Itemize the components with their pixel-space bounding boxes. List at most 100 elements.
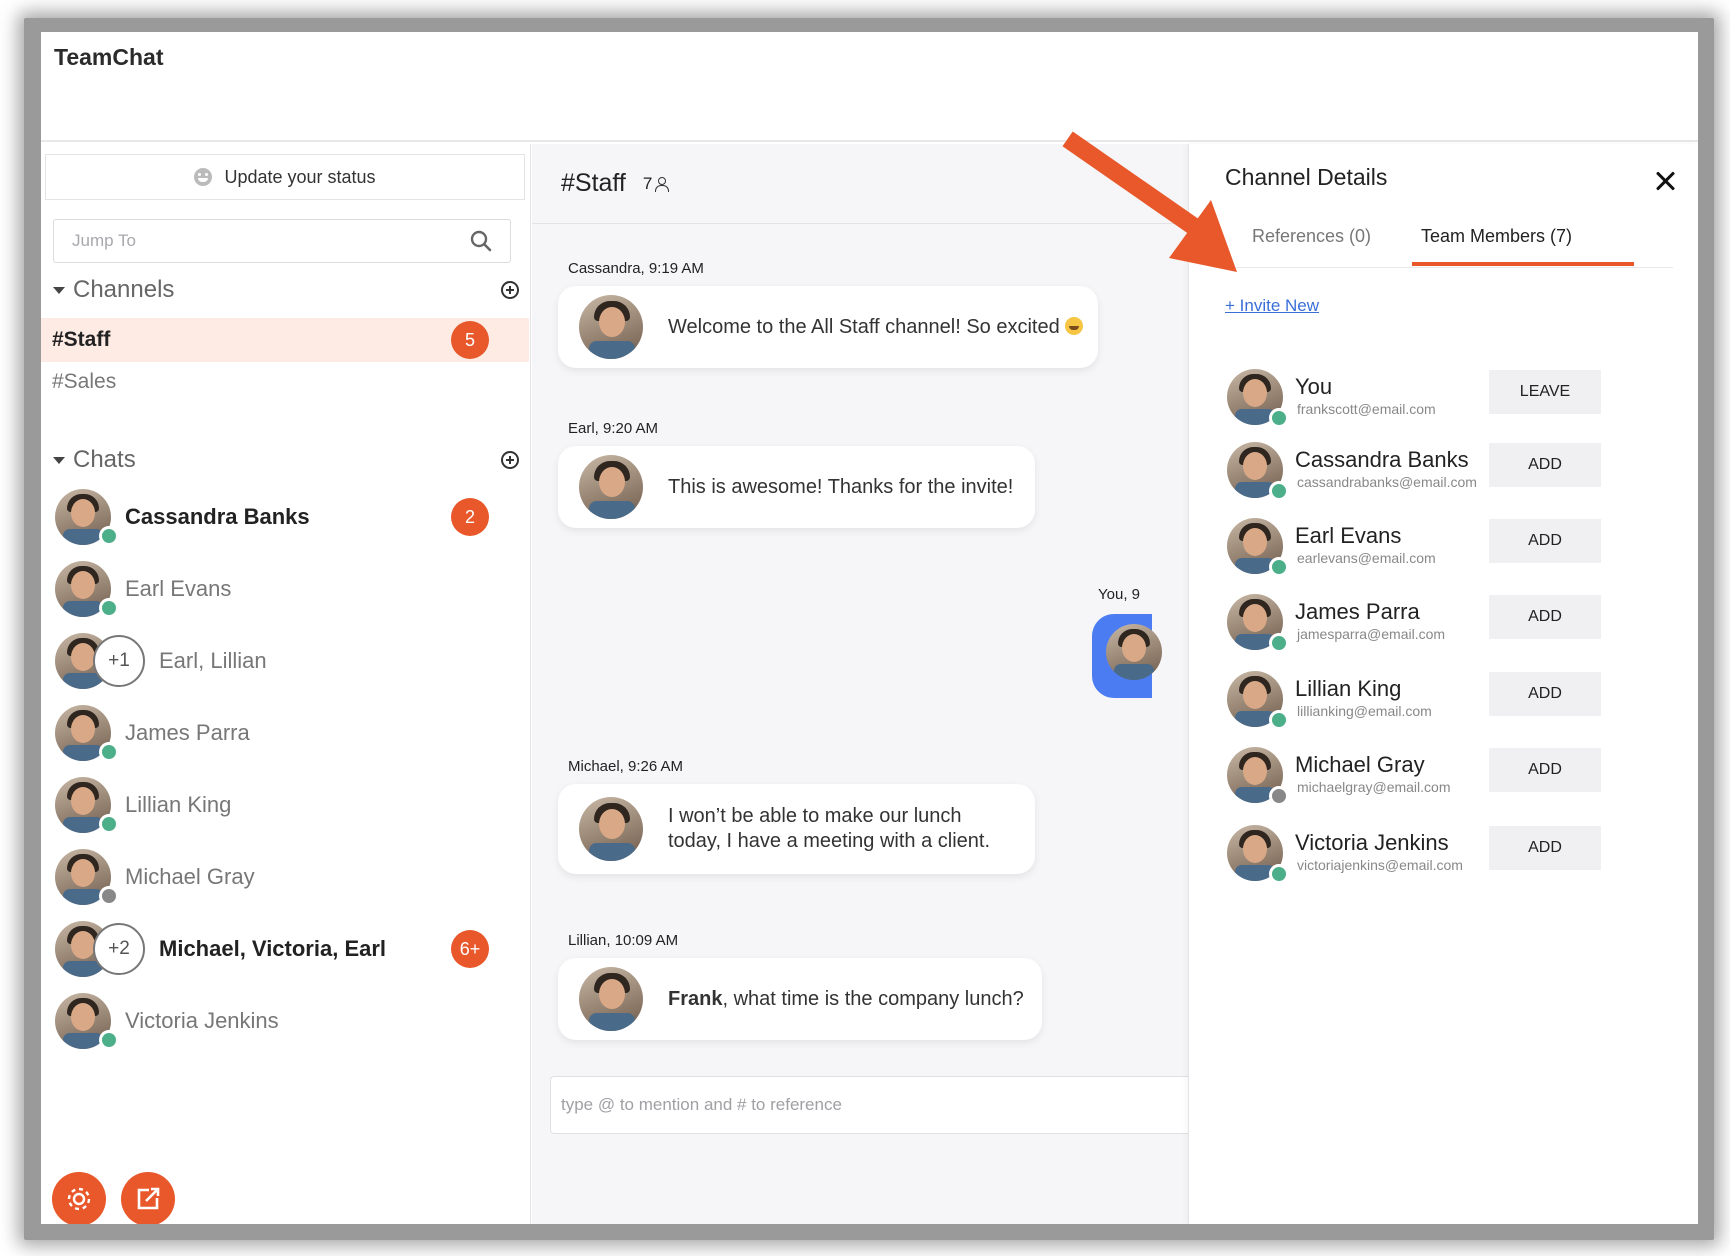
chat-name: Cassandra Banks [125,504,310,529]
chat-name: Earl Evans [125,576,232,601]
channels-title: Channels [73,276,175,303]
unread-badge: 5 [451,321,489,359]
member-name: Earl Evans [1295,523,1402,548]
close-icon[interactable] [1655,170,1677,192]
caret-down-icon[interactable] [53,456,65,464]
chat-name: James Parra [125,720,250,745]
unread-badge: 6+ [451,930,489,968]
active-tab-indicator [1412,262,1634,266]
message-line: I won’t be able to make our lunch [668,805,962,827]
jump-to-input[interactable] [72,231,470,251]
message-meta: Michael, 9:26 AM [568,758,684,775]
message-line: today, I have a meeting with a client. [668,830,991,852]
message-text: Welcome to the All Staff channel! So exc… [668,315,1084,340]
add-member-button[interactable]: ADD [1489,443,1601,487]
chat-item-cassandra-banks[interactable]: Cassandra Banks 2 [41,482,529,552]
presence-online-icon [99,1030,119,1050]
member-count[interactable]: 7 [642,173,670,194]
message-meta: Cassandra, 9:19 AM [568,260,704,277]
update-status-label: Update your status [224,166,376,187]
add-member-button[interactable]: ADD [1489,595,1601,639]
jump-to-box [53,219,511,263]
add-channel-icon[interactable] [501,281,519,299]
member-email: cassandrabanks@email.com [1297,474,1477,490]
presence-online-icon [99,526,119,546]
chat-item-earl-lillian[interactable]: +1 Earl, Lillian [41,626,529,696]
member-name: Lillian King [1295,676,1402,701]
mention: Frank [668,987,723,1010]
tab-team-members[interactable]: Team Members (7) [1421,226,1572,247]
add-member-button[interactable]: ADD [1489,748,1601,792]
channel-title: #Staff [561,169,626,197]
chats-header[interactable]: Chats [53,442,519,478]
channels-header[interactable]: Channels [53,272,519,308]
presence-online-icon [99,598,119,618]
update-status-button[interactable]: Update your status [45,154,525,200]
member-email: frankscott@email.com [1297,401,1436,417]
message-bubble: This is awesome! Thanks for the invite! [558,446,1035,528]
presence-online-icon [99,814,119,834]
message-input[interactable] [561,1095,1249,1115]
message-text-content: , what time is the company lunch? [722,987,1024,1010]
channel-name: #Sales [52,370,117,393]
member-name: Cassandra Banks [1295,447,1469,472]
external-link-button[interactable] [121,1172,175,1224]
member-row: Lillian King lillianking@email.com ADD [1227,664,1687,734]
member-row: James Parra jamesparra@email.com ADD [1227,587,1687,657]
own-message-bubble [1092,614,1162,698]
chat-name: Michael Gray [125,864,255,889]
smiley-icon [194,168,213,186]
chat-item-earl-evans[interactable]: Earl Evans [41,554,529,624]
chat-name: Earl, Lillian [159,648,267,673]
invite-new-link[interactable]: + Invite New [1225,296,1319,316]
caret-down-icon[interactable] [53,286,65,294]
member-row: Michael Gray michaelgray@email.com ADD [1227,740,1687,810]
chat-item-lillian-king[interactable]: Lillian King [41,770,529,840]
tab-references[interactable]: References (0) [1252,226,1371,247]
member-email: victoriajenkins@email.com [1297,857,1463,873]
chat-item-michael-victoria-earl[interactable]: +2 Michael, Victoria, Earl 6+ [41,914,529,984]
avatar [579,797,643,861]
member-count-value: 7 [642,173,653,193]
own-message-meta: You, 9 [1098,586,1140,603]
presence-online-icon [1269,633,1289,653]
app-window: TeamChat Update your status Channels #St… [41,32,1698,1224]
composer [550,1076,1250,1134]
chat-item-michael-gray[interactable]: Michael Gray [41,842,529,912]
member-name: You [1295,374,1333,399]
channel-details-panel: Channel Details References (0) Team Memb… [1188,144,1698,1224]
unread-badge: 2 [451,498,489,536]
add-chat-icon[interactable] [501,451,519,469]
channel-item-staff[interactable]: #Staff 5 [41,318,529,362]
presence-online-icon [1269,408,1289,428]
person-icon [655,176,670,192]
presence-away-icon [99,886,119,906]
member-name: Michael Gray [1295,752,1425,777]
leave-button[interactable]: LEAVE [1489,370,1601,414]
presence-online-icon [99,742,119,762]
message-text: This is awesome! Thanks for the invite! [668,475,1014,498]
avatar [1106,624,1162,680]
message-bubble: Frank, what time is the company lunch? [558,958,1042,1040]
callout-arrow-icon [1062,131,1237,272]
member-email: jamesparra@email.com [1297,626,1446,642]
member-row: You frankscott@email.com LEAVE [1227,362,1687,432]
member-name: James Parra [1295,599,1420,624]
chats-title: Chats [73,446,136,473]
chat-item-victoria-jenkins[interactable]: Victoria Jenkins [41,986,529,1056]
chat-item-james-parra[interactable]: James Parra [41,698,529,768]
search-icon[interactable] [470,230,492,252]
message-bubble: Welcome to the All Staff channel! So exc… [558,286,1098,368]
message-meta: Lillian, 10:09 AM [568,932,679,949]
channel-item-sales[interactable]: #Sales [41,360,529,404]
chat-main: #Staff 7 Cassandra, 9:19 AM Welcome to t… [532,144,1250,1224]
app-title: TeamChat [54,44,164,70]
settings-button[interactable] [52,1172,106,1224]
chat-name: Michael, Victoria, Earl [159,936,387,961]
add-member-button[interactable]: ADD [1489,672,1601,716]
external-link-icon [137,1187,160,1210]
add-member-button[interactable]: ADD [1489,826,1601,870]
avatar [579,295,643,359]
add-member-button[interactable]: ADD [1489,519,1601,563]
presence-online-icon [1269,864,1289,884]
